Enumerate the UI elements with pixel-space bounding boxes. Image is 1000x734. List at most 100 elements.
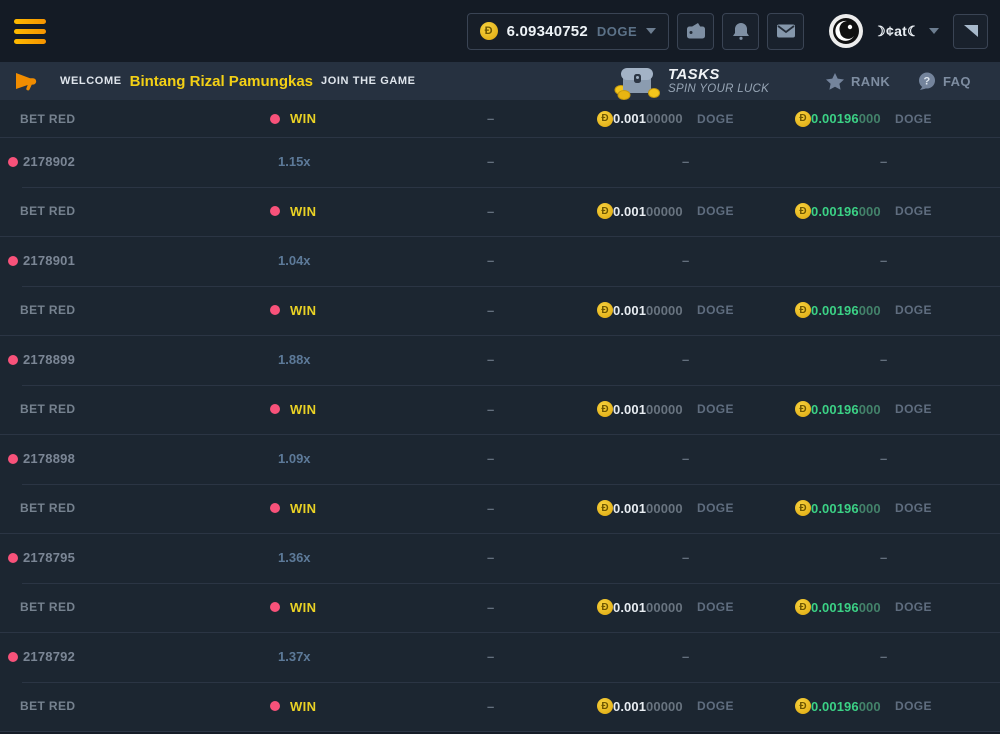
bet-currency: DOGE xyxy=(697,402,734,416)
game-row[interactable]: 2178899 1.88x – – – xyxy=(0,335,1000,385)
menu-button[interactable] xyxy=(14,19,46,44)
topbar: Ð 6.09340752 DOGE xyxy=(0,0,1000,62)
game-id: 2178902 xyxy=(23,154,75,169)
rank-link[interactable]: RANK xyxy=(826,62,890,100)
profit-main: 0.00196 xyxy=(811,699,859,714)
bet-result: WIN xyxy=(290,402,316,417)
profit-amount: 0.00196000 xyxy=(811,204,895,219)
notifications-button[interactable] xyxy=(722,13,759,50)
empty-value: – xyxy=(682,352,689,367)
empty-value: – xyxy=(880,550,887,565)
megaphone-icon xyxy=(14,70,38,92)
doge-coin-icon: Ð xyxy=(795,500,811,516)
red-dot-icon xyxy=(8,355,18,365)
bet-row[interactable]: BET RED WIN – Ð 0.00100000 DOGE Ð 0.0019… xyxy=(0,286,1000,336)
faq-label: FAQ xyxy=(943,74,971,89)
avatar xyxy=(828,13,864,49)
bet-row[interactable]: BET RED WIN – Ð 0.00100000 DOGE Ð 0.0019… xyxy=(0,583,1000,633)
profit-main: 0.00196 xyxy=(811,402,859,417)
bet-row[interactable]: BET RED WIN – Ð 0.00100000 DOGE Ð 0.0019… xyxy=(0,100,1000,137)
bet-row[interactable]: BET RED WIN – Ð 0.00100000 DOGE Ð 0.0019… xyxy=(0,682,1000,732)
bet-currency: DOGE xyxy=(697,501,734,515)
bet-row[interactable]: BET RED WIN – Ð 0.00100000 DOGE Ð 0.0019… xyxy=(0,484,1000,534)
game-row[interactable]: 2178795 1.36x – – – xyxy=(0,533,1000,583)
empty-value: – xyxy=(880,451,887,466)
menu-icon xyxy=(14,29,46,34)
bet-result: WIN xyxy=(290,699,316,714)
doge-coin-icon: Ð xyxy=(480,22,498,40)
doge-coin-icon: Ð xyxy=(597,500,613,516)
empty-value: – xyxy=(487,550,494,565)
bet-label: BET RED xyxy=(8,699,75,713)
profit-amount: 0.00196000 xyxy=(811,600,895,615)
bet-amount-main: 0.001 xyxy=(613,303,646,318)
wallet-button[interactable] xyxy=(677,13,714,50)
profit-currency: DOGE xyxy=(895,600,932,614)
profit-dim: 000 xyxy=(859,699,881,714)
game-row[interactable]: 2178792 1.37x – – – xyxy=(0,632,1000,682)
game-row[interactable]: 2178898 1.09x – – – xyxy=(0,434,1000,484)
bet-label: BET RED xyxy=(8,303,75,317)
doge-coin-icon: Ð xyxy=(597,111,613,127)
empty-value: – xyxy=(487,699,494,714)
doge-coin-icon: Ð xyxy=(795,698,811,714)
bet-amount-dim: 00000 xyxy=(646,501,683,516)
welcome-prefix: WELCOME xyxy=(60,75,122,87)
empty-value: – xyxy=(487,154,494,169)
profit-currency: DOGE xyxy=(895,402,932,416)
balance-amount: 6.09340752 xyxy=(507,23,588,40)
profit-main: 0.00196 xyxy=(811,600,859,615)
welcome-player-name[interactable]: Bintang Rizal Pamungkas xyxy=(130,73,313,90)
red-dot-icon xyxy=(8,454,18,464)
empty-value: – xyxy=(880,154,887,169)
faq-link[interactable]: ? FAQ xyxy=(918,62,971,100)
bet-amount: 0.00100000 xyxy=(613,600,697,615)
empty-value: – xyxy=(487,649,494,664)
red-dot-icon xyxy=(8,652,18,662)
bet-amount: 0.00100000 xyxy=(613,303,697,318)
doge-coin-icon: Ð xyxy=(795,111,811,127)
balance-selector[interactable]: Ð 6.09340752 DOGE xyxy=(467,13,670,50)
empty-value: – xyxy=(880,649,887,664)
bet-amount-main: 0.001 xyxy=(613,402,646,417)
red-dot-icon xyxy=(8,553,18,563)
profit-amount: 0.00196000 xyxy=(811,501,895,516)
red-dot-icon xyxy=(8,256,18,266)
bet-amount-main: 0.001 xyxy=(613,204,646,219)
profit-amount: 0.00196000 xyxy=(811,402,895,417)
game-row[interactable]: 2178902 1.15x – – – xyxy=(0,137,1000,187)
bet-amount-main: 0.001 xyxy=(613,111,646,126)
bet-row[interactable]: BET RED WIN – Ð 0.00100000 DOGE Ð 0.0019… xyxy=(0,385,1000,435)
game-id: 2178901 xyxy=(23,253,75,268)
profit-dim: 000 xyxy=(859,204,881,219)
chest-icon xyxy=(614,62,660,100)
bet-currency: DOGE xyxy=(697,600,734,614)
tasks-title: TASKS xyxy=(668,66,769,83)
bet-amount-dim: 00000 xyxy=(646,402,683,417)
game-id: 2178899 xyxy=(23,352,75,367)
panel-toggle-button[interactable] xyxy=(953,14,988,49)
bet-amount: 0.00100000 xyxy=(613,204,697,219)
user-menu[interactable]: ☽¢at☾ xyxy=(828,13,939,49)
empty-value: – xyxy=(682,253,689,268)
bet-currency: DOGE xyxy=(697,699,734,713)
game-row[interactable]: 2178901 1.04x – – – xyxy=(0,236,1000,286)
bet-row[interactable]: BET RED WIN – Ð 0.00100000 DOGE Ð 0.0019… xyxy=(0,187,1000,237)
tasks-subtitle: SPIN YOUR LUCK xyxy=(668,83,769,96)
empty-value: – xyxy=(880,253,887,268)
multiplier: 1.88x xyxy=(270,352,311,367)
empty-value: – xyxy=(682,550,689,565)
profit-dim: 000 xyxy=(859,303,881,318)
bet-result: WIN xyxy=(290,111,316,126)
multiplier: 1.04x xyxy=(270,253,311,268)
messages-button[interactable] xyxy=(767,13,804,50)
bet-amount-main: 0.001 xyxy=(613,501,646,516)
bet-amount-dim: 00000 xyxy=(646,699,683,714)
empty-value: – xyxy=(487,501,494,516)
profit-currency: DOGE xyxy=(895,501,932,515)
tasks-link[interactable]: TASKS SPIN YOUR LUCK xyxy=(614,62,769,100)
bet-amount: 0.00100000 xyxy=(613,111,697,126)
empty-value: – xyxy=(487,111,494,126)
bet-label: BET RED xyxy=(8,112,75,126)
bet-currency: DOGE xyxy=(697,112,734,126)
